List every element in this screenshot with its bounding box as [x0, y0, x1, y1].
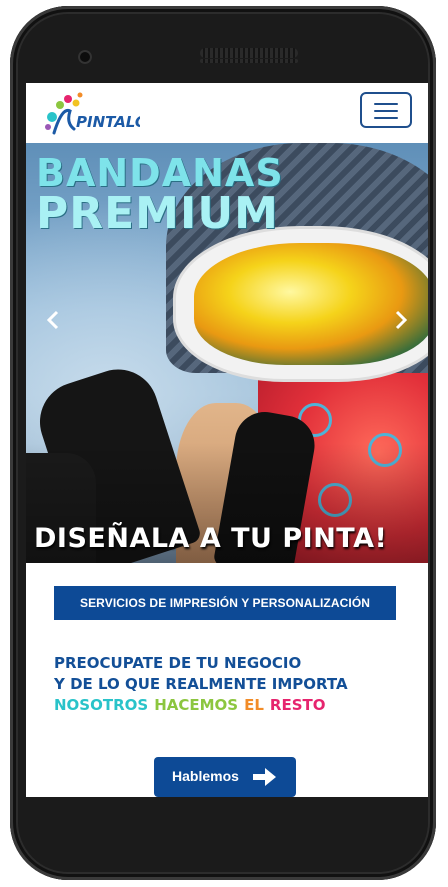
hero-title-line1: BANDANAS [36, 151, 284, 195]
logo-text: PINTALO [76, 113, 140, 131]
carousel-prev-button[interactable] [42, 308, 66, 332]
slogan-line2: Y DE LO QUE REALMENTE IMPORTA [54, 675, 348, 693]
slogan-word: EL [244, 696, 264, 714]
carousel-next-button[interactable] [388, 308, 412, 332]
services-button[interactable]: SERVICIOS DE IMPRESIÓN Y PERSONALIZACIÓN [54, 586, 396, 620]
earpiece-speaker-lower [200, 59, 298, 63]
phone-screen: PINTALO BANDANAS PREMIUM DISEÑALA A TU P… [26, 83, 428, 797]
hamburger-menu-icon [374, 103, 398, 105]
hero-goggle-lens [194, 243, 428, 365]
slogan-word: NOSOTROS [54, 696, 149, 714]
hamburger-menu-icon-bar [374, 117, 398, 119]
site-header: PINTALO [26, 83, 428, 143]
earpiece-speaker [200, 48, 298, 58]
hamburger-menu-button[interactable] [360, 92, 412, 128]
hero-carousel[interactable]: BANDANAS PREMIUM DISEÑALA A TU PINTA! [26, 143, 428, 563]
arrow-right-icon [253, 768, 276, 786]
chevron-left-icon [46, 310, 59, 330]
slogan-word: RESTO [269, 696, 326, 714]
pintalo-logo[interactable]: PINTALO [40, 89, 140, 139]
hamburger-menu-icon-bar [374, 110, 398, 112]
slogan-word: HACEMOS [154, 696, 239, 714]
front-camera [78, 50, 92, 64]
hero-tagline: DISEÑALA A TU PINTA! [34, 523, 388, 554]
hablemos-button[interactable]: Hablemos [154, 757, 296, 797]
hero-title-line2: PREMIUM [36, 188, 279, 239]
chevron-right-icon [395, 310, 408, 330]
slogan-line1: PREOCUPATE DE TU NEGOCIO [54, 654, 302, 672]
slogan-line3: NOSOTROS HACEMOS EL RESTO [54, 695, 414, 716]
slogan: PREOCUPATE DE TU NEGOCIO Y DE LO QUE REA… [54, 653, 414, 716]
hablemos-label: Hablemos [172, 768, 239, 784]
